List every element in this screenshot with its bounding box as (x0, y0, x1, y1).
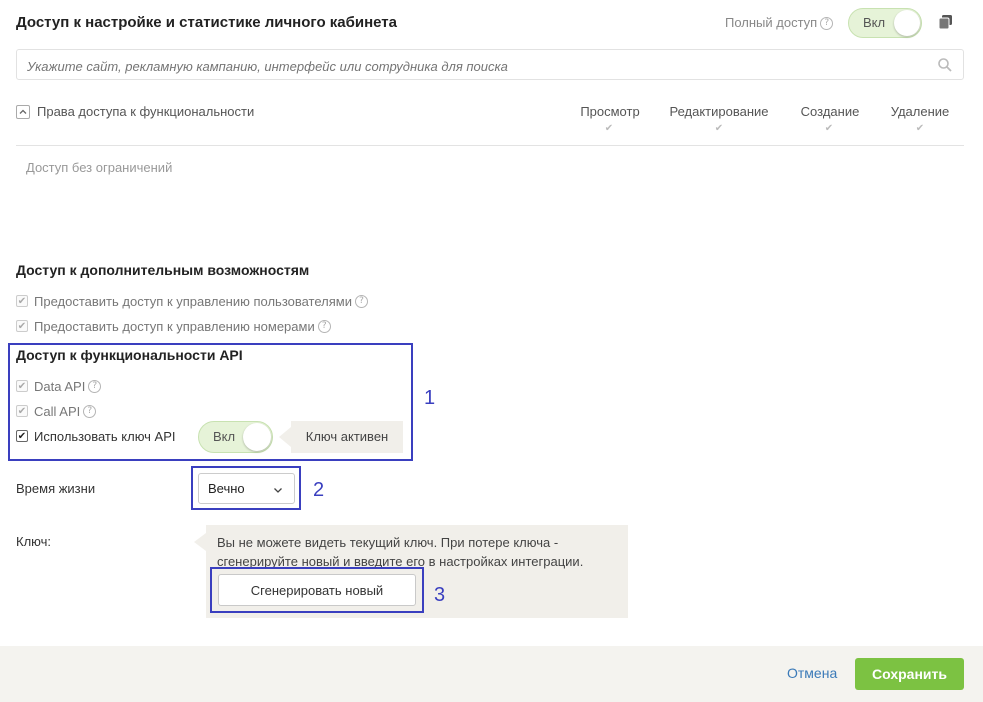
save-button[interactable]: Сохранить (855, 658, 964, 690)
column-delete: Удаление (890, 104, 950, 119)
no-limits-text: Доступ без ограничений (26, 160, 173, 175)
lifetime-label: Время жизни (16, 481, 96, 496)
marker-2: 2 (313, 479, 325, 501)
column-view-check-icon: ✔ (604, 123, 614, 134)
help-icon[interactable]: ? (88, 379, 102, 393)
column-delete-check-icon: ✔ (915, 123, 925, 134)
column-create: Создание (800, 104, 860, 119)
api-option-data[interactable]: ✔ Data API? (16, 377, 102, 395)
api-section-title: Доступ к функциональности API (16, 347, 243, 363)
generate-key-button[interactable]: Сгенерировать новый (218, 574, 416, 606)
key-info-line-1: Вы не можете видеть текущий ключ. При по… (217, 535, 559, 550)
api-use-key-option[interactable]: ✔ Использовать ключ API (16, 427, 176, 445)
key-label: Ключ: (16, 534, 52, 549)
marker-3: 3 (434, 584, 446, 606)
api-option-data-label: Data API (34, 378, 86, 394)
search-box[interactable] (16, 49, 964, 80)
rights-header-label: Права доступа к функциональности (37, 104, 255, 119)
search-icon[interactable] (937, 57, 953, 73)
access-section-title: Доступ к настройке и статистике личного … (16, 14, 397, 31)
api-key-toggle[interactable]: Вкл (198, 421, 273, 453)
full-access-text: Полный доступ (725, 15, 818, 30)
divider (16, 145, 964, 146)
cancel-link[interactable]: Отмена (787, 665, 837, 681)
search-input[interactable] (25, 55, 929, 77)
tooltip-arrow (194, 533, 206, 551)
checkbox-checked-icon[interactable]: ✔ (16, 320, 28, 332)
column-edit-check-icon: ✔ (714, 123, 724, 134)
copy-icon[interactable] (938, 14, 954, 30)
column-edit: Редактирование (669, 104, 769, 119)
column-create-check-icon: ✔ (824, 123, 834, 134)
checkbox-checked-icon[interactable]: ✔ (16, 430, 28, 442)
key-info-text: Вы не можете видеть текущий ключ. При по… (217, 533, 583, 571)
key-status-badge: Ключ активен (291, 421, 403, 453)
column-view: Просмотр (580, 104, 640, 119)
toggle-knob (894, 10, 920, 36)
full-access-label: Полный доступ? (725, 15, 834, 31)
tooltip-arrow (279, 427, 291, 447)
lifetime-select[interactable]: Вечно (198, 473, 295, 504)
api-option-call[interactable]: ✔ Call API? (16, 402, 97, 420)
extra-option-numbers-label: Предоставить доступ к управлению номерам… (34, 318, 315, 334)
toggle-knob (243, 423, 271, 451)
checkbox-checked-icon[interactable]: ✔ (16, 405, 28, 417)
help-icon[interactable]: ? (317, 319, 331, 333)
collapse-chevron-icon[interactable] (16, 104, 30, 119)
extra-option-numbers[interactable]: ✔ Предоставить доступ к управлению номер… (16, 317, 331, 335)
api-key-toggle-label: Вкл (213, 429, 236, 444)
checkbox-checked-icon[interactable]: ✔ (16, 295, 28, 307)
extra-option-users-label: Предоставить доступ к управлению пользов… (34, 293, 352, 309)
full-access-toggle-label: Вкл (863, 15, 886, 30)
checkbox-checked-icon[interactable]: ✔ (16, 380, 28, 392)
full-access-toggle[interactable]: Вкл (848, 8, 922, 38)
extra-option-users[interactable]: ✔ Предоставить доступ к управлению польз… (16, 292, 368, 310)
api-use-key-label: Использовать ключ API (34, 428, 176, 444)
chevron-down-icon (272, 483, 284, 495)
rights-header[interactable]: Права доступа к функциональности (16, 104, 254, 119)
lifetime-select-value: Вечно (208, 481, 245, 496)
marker-1: 1 (424, 387, 436, 409)
extra-section-title: Доступ к дополнительным возможностям (16, 262, 310, 278)
help-icon[interactable]: ? (820, 17, 834, 31)
api-option-call-label: Call API (34, 403, 81, 419)
help-icon[interactable]: ? (83, 404, 97, 418)
help-icon[interactable]: ? (355, 294, 368, 308)
